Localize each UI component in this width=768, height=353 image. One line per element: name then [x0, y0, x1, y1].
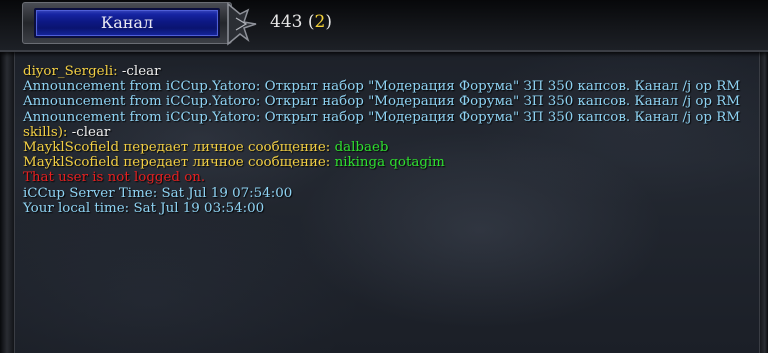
- chat-log: diyor_Sergeli: -clear Announcement from …: [23, 64, 758, 216]
- left-frame-border: [0, 0, 15, 353]
- right-frame-border: [759, 0, 768, 353]
- friends-open-paren: (: [307, 12, 315, 32]
- message-text: -clear: [67, 124, 111, 140]
- message-username: diyor_Sergeli:: [23, 64, 118, 79]
- whisper-text: dalbaeb: [334, 140, 389, 156]
- whisper-text: nikinga qotagim: [334, 155, 445, 171]
- user-count-value: 443: [270, 12, 303, 32]
- friends-count-value: 2: [314, 12, 326, 32]
- server-time-message: iCCup Server Time: Sat Jul 19 07:54:00: [23, 185, 293, 201]
- channel-user-count: 443 (2): [270, 12, 332, 32]
- error-message: That user is not logged on.: [23, 170, 206, 186]
- message-text: -clear: [117, 64, 161, 79]
- channel-button[interactable]: Канал: [34, 8, 220, 38]
- chat-message: diyor_Sergeli: -clear: [23, 64, 758, 79]
- local-time-message: Your local time: Sat Jul 19 03:54:00: [23, 200, 265, 216]
- top-bar: Канал 443 (2): [0, 0, 768, 52]
- announcement-message: Announcement from iCCup.Yatoro: Открыт н…: [23, 79, 741, 95]
- announcement-message: Announcement from iCCup.Yatoro: Открыт н…: [23, 94, 741, 110]
- message-username: skills):: [23, 124, 68, 140]
- whisper-message: MayklScofield передает личное сообщение:…: [23, 155, 758, 170]
- frame-ornament-icon: [227, 2, 257, 46]
- chat-message: skills): -clear: [23, 125, 758, 140]
- whisper-message: MayklScofield передает личное сообщение:…: [23, 140, 758, 155]
- friends-close-paren: ): [325, 12, 332, 32]
- whisper-prefix: MayklScofield передает личное сообщение:: [23, 140, 335, 156]
- announcement-message: Announcement from iCCup.Yatoro: Открыт н…: [23, 109, 741, 125]
- whisper-prefix: MayklScofield передает личное сообщение:: [23, 155, 335, 171]
